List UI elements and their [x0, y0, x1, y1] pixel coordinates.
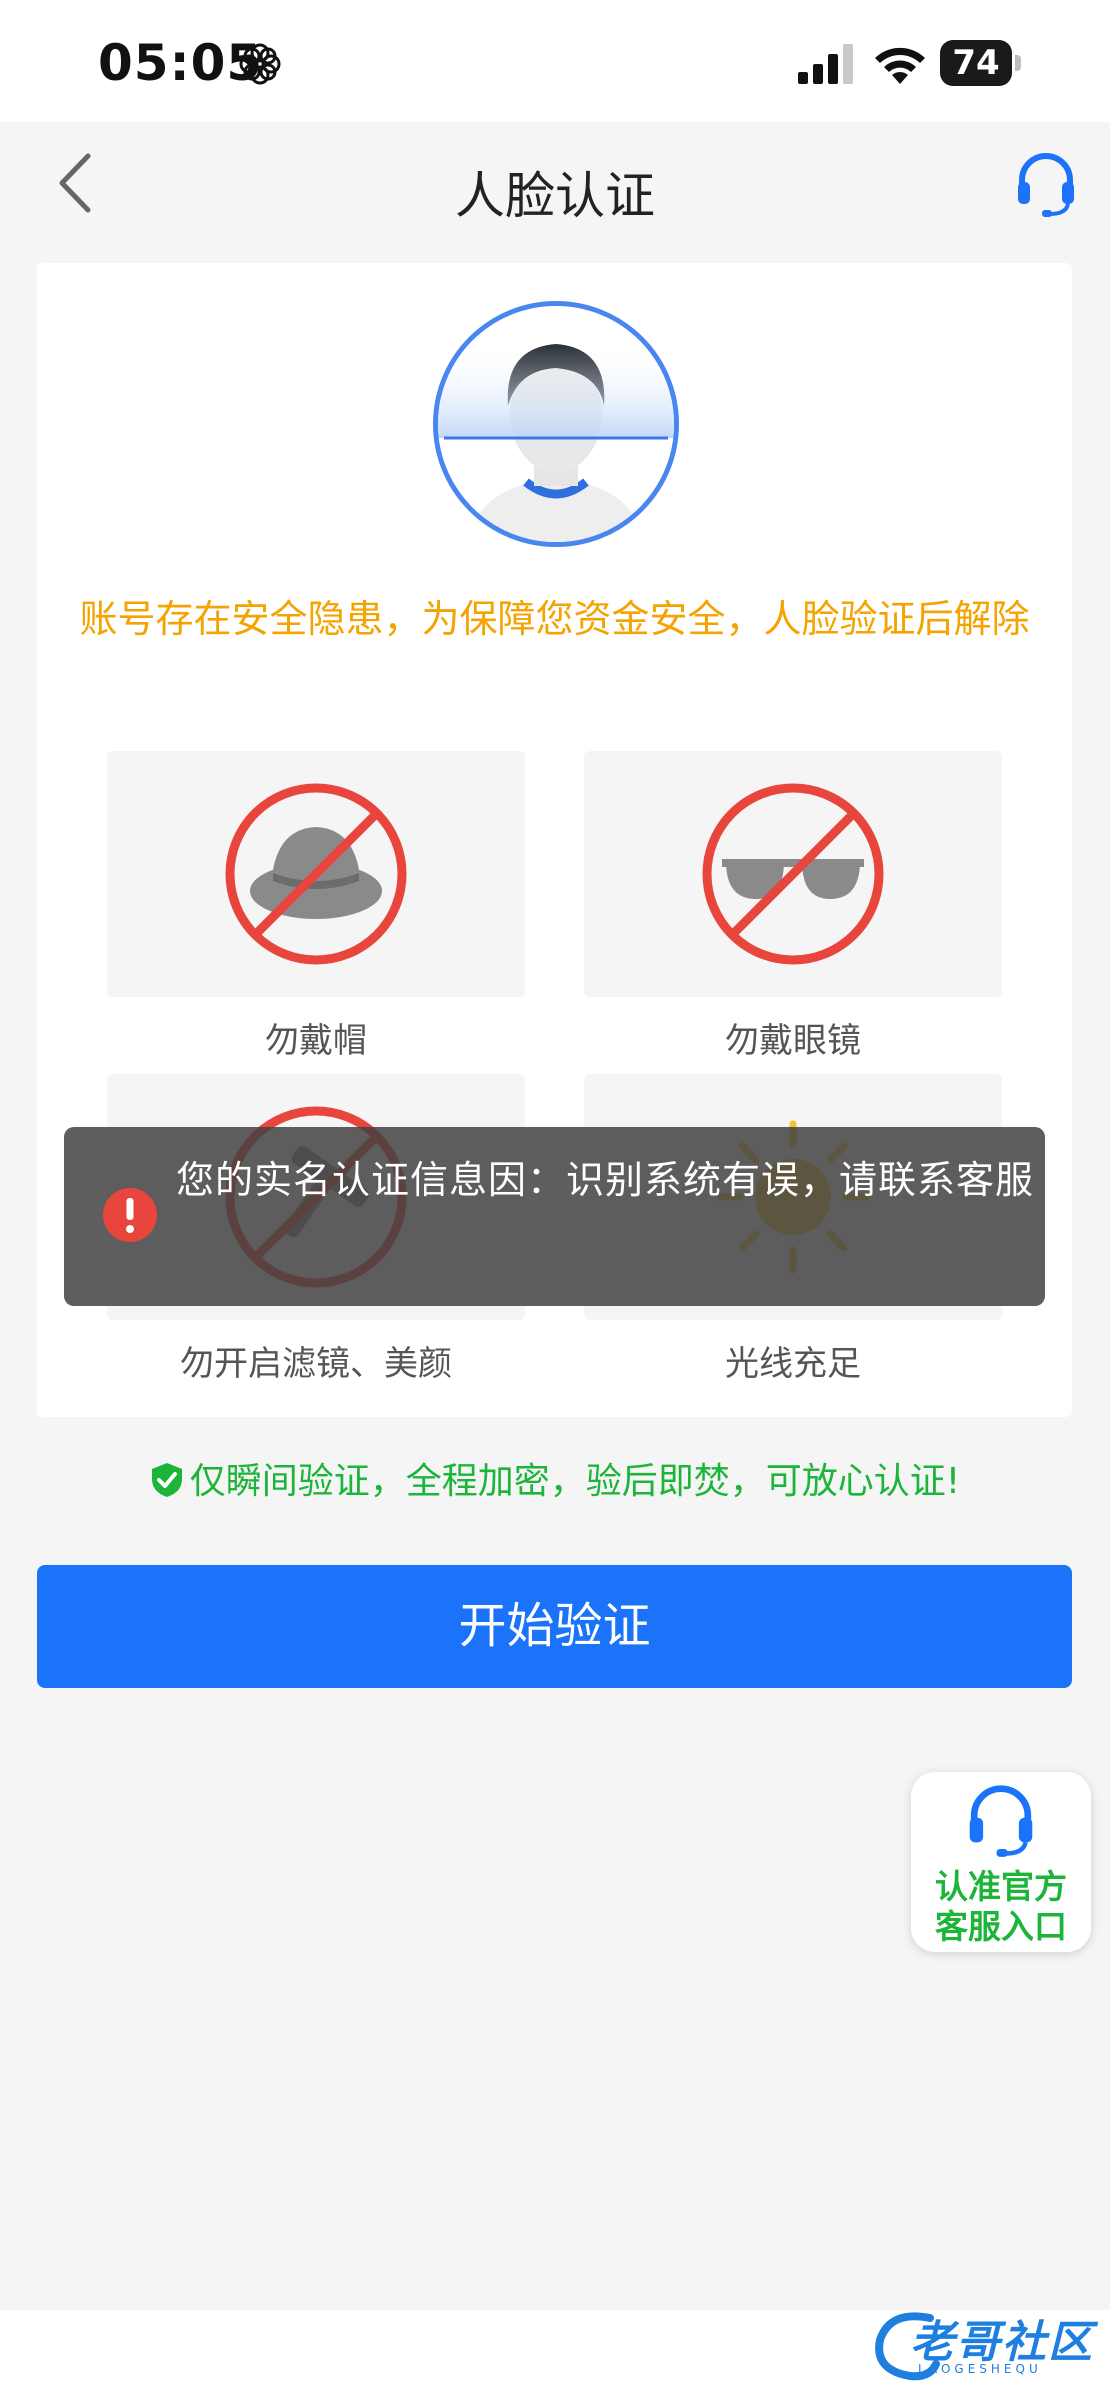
- secure-note-text: 仅瞬间验证，全程加密，验后即焚，可放心认证!: [189, 1461, 961, 1502]
- battery-level: 74: [940, 40, 1012, 86]
- no-hat-icon: [225, 783, 407, 965]
- tip-tile-no-hat: [107, 751, 525, 997]
- watermark-logo: 老哥社区 LAOGESHEQU: [870, 2300, 1100, 2390]
- error-toast-message: 您的实名认证信息因：识别系统有误，请联系客服: [176, 1158, 1035, 1202]
- face-illustration-icon: [438, 306, 674, 542]
- headset-icon[interactable]: [1012, 150, 1080, 218]
- tip-label-no-filter: 勿开启滤镜、美颜: [180, 1344, 452, 1384]
- watermark-text: 老哥社区: [910, 2317, 1094, 2368]
- face-avatar: [433, 301, 679, 547]
- error-toast: 您的实名认证信息因：识别系统有误，请联系客服: [64, 1127, 1045, 1306]
- error-icon: [103, 1188, 157, 1242]
- cellular-signal-icon: [798, 44, 853, 84]
- battery-indicator: 74: [940, 40, 1024, 88]
- status-bar: 05:05 74: [0, 0, 1110, 122]
- tip-tile-no-glasses: [584, 751, 1002, 997]
- secure-note: 仅瞬间验证，全程加密，验后即焚，可放心认证!: [0, 1452, 1110, 1504]
- battery-tip: [1015, 55, 1021, 71]
- security-warning-text: 账号存在安全隐患，为保障您资金安全，人脸验证后解除: [79, 597, 1030, 641]
- tip-label-no-glasses: 勿戴眼镜: [725, 1021, 861, 1061]
- wifi-icon: [875, 47, 925, 84]
- no-glasses-icon: [702, 783, 884, 965]
- flower-icon: [239, 43, 281, 85]
- support-entry-line2: 客服入口: [935, 1907, 1067, 1946]
- tip-label-lighting: 光线充足: [725, 1344, 861, 1384]
- start-verification-button[interactable]: 开始验证: [37, 1565, 1072, 1688]
- headset-icon: [969, 1785, 1033, 1857]
- tip-label-no-hat: 勿戴帽: [265, 1021, 367, 1061]
- page-title: 人脸认证: [455, 167, 655, 225]
- watermark-subtext: LAOGESHEQU: [918, 2362, 1042, 2376]
- nav-bar: 人脸认证: [0, 122, 1110, 252]
- shield-check-icon: [151, 1463, 182, 1497]
- official-support-entry[interactable]: 认准官方 客服入口: [911, 1772, 1091, 1952]
